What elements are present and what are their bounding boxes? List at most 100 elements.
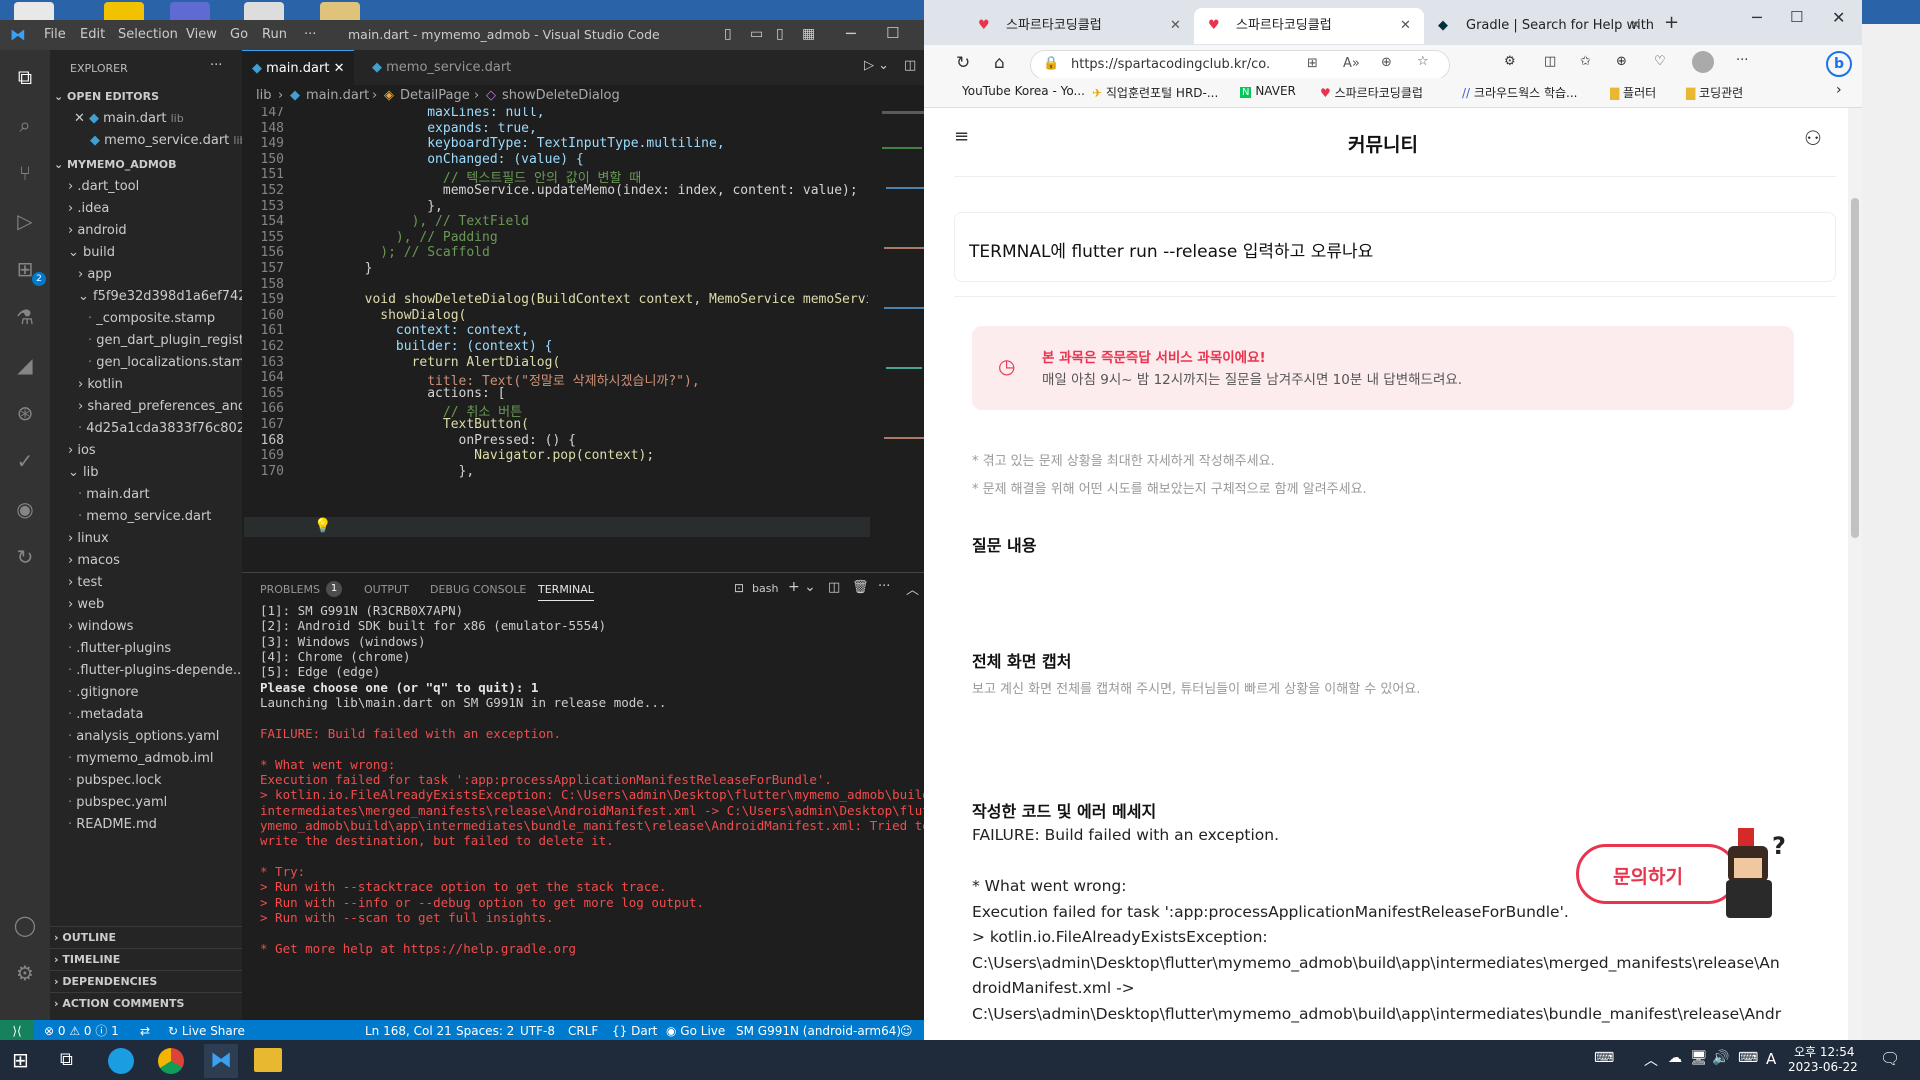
onedrive-icon[interactable]: ☁	[1668, 1050, 1682, 1066]
indentation[interactable]: Spaces: 2	[456, 1020, 514, 1042]
tree-folder[interactable]: › .dart_tool	[50, 176, 242, 198]
browser-essentials-icon[interactable]: ♡	[1654, 54, 1666, 69]
windows-start-icon[interactable]: ⊞	[12, 1048, 29, 1072]
favorite-naver[interactable]: N NAVER	[1240, 84, 1296, 98]
tree-file[interactable]: · mymemo_admob.iml	[50, 748, 242, 770]
tree-folder[interactable]: › windows	[50, 616, 242, 638]
tree-folder[interactable]: › test	[50, 572, 242, 594]
refresh-icon[interactable]: ↻	[956, 53, 970, 73]
breadcrumb-item[interactable]: main.dart	[306, 85, 369, 107]
tree-file[interactable]: · pubspec.lock	[50, 770, 242, 792]
tree-file[interactable]: · .metadata	[50, 704, 242, 726]
open-editor-item[interactable]: ◆ memo_service.dart lib	[50, 130, 242, 152]
code-editor[interactable]: 147 maxLines: null, 148 expands: true, 149…	[242, 107, 868, 572]
menu-view[interactable]: View	[186, 27, 217, 42]
panel-more-icon[interactable]: ···	[878, 579, 890, 594]
tree-folder[interactable]: › app	[50, 264, 242, 286]
tree-folder[interactable]: › linux	[50, 528, 242, 550]
feedback-icon[interactable]: ☺	[900, 1020, 913, 1042]
breadcrumb-item[interactable]: lib	[256, 85, 271, 107]
code-line[interactable]: keyboardType: TextInputType.multiline,	[302, 136, 724, 151]
maximize-icon[interactable]: ☐	[886, 24, 899, 42]
chevron-right-icon[interactable]: ›	[1836, 82, 1842, 98]
maximize-panel-icon[interactable]: ︿	[906, 579, 919, 598]
network-icon[interactable]: 🖥	[1690, 1050, 1708, 1066]
split-screen-icon[interactable]: ◫	[1544, 54, 1556, 69]
tree-file[interactable]: · .flutter-plugins	[50, 638, 242, 660]
tree-folder[interactable]: ⌄ f5f9e32d398d1a6ef742...	[50, 286, 242, 308]
favorite-spartacoding[interactable]: ♥ 스파르타코딩클럽	[1320, 84, 1423, 101]
sync-icon[interactable]: ⇄	[140, 1020, 150, 1042]
page-scrollbar[interactable]	[1848, 108, 1862, 1040]
code-line[interactable]: }	[302, 261, 373, 276]
chevron-up-icon[interactable]: ︿	[1644, 1050, 1658, 1070]
favorites-icon[interactable]: ✩	[1580, 54, 1591, 69]
tab-terminal[interactable]: TERMINAL	[538, 583, 594, 601]
lightbulb-icon[interactable]: 💡	[314, 518, 331, 534]
chrome-taskbar-icon[interactable]	[158, 1048, 184, 1074]
code-line[interactable]: },	[302, 199, 443, 214]
outline-section[interactable]: › OUTLINE	[50, 926, 242, 948]
keyboard-icon[interactable]: ⌨	[1738, 1050, 1758, 1066]
tree-folder[interactable]: › kotlin	[50, 374, 242, 396]
volume-icon[interactable]: 🔊	[1712, 1050, 1729, 1066]
terminal-output[interactable]: [1]: SM G991N (R3CRB0X7APN) [2]: Android …	[242, 603, 942, 1015]
code-line[interactable]: ), // TextField	[302, 214, 529, 229]
close-tab-icon[interactable]: ✕	[1400, 8, 1411, 44]
favorite-hrd[interactable]: ✈ 직업훈련포털 HRD-...	[1092, 84, 1218, 101]
github-icon[interactable]: ◉	[12, 496, 38, 522]
ime-indicator[interactable]: A	[1766, 1050, 1776, 1068]
edge-taskbar-icon[interactable]	[108, 1048, 134, 1074]
breadcrumb-item[interactable]: showDeleteDialog	[502, 85, 620, 107]
checklist-icon[interactable]: ✓	[12, 448, 38, 474]
close-icon[interactable]: ✕	[1832, 8, 1845, 27]
tree-folder[interactable]: › macos	[50, 550, 242, 572]
minimize-icon[interactable]: ─	[1752, 8, 1762, 27]
close-tab-icon[interactable]: ✕	[334, 61, 345, 76]
maximize-icon[interactable]: ☐	[1790, 8, 1803, 26]
menu-go[interactable]: Go	[230, 27, 248, 42]
code-line[interactable]: onPressed: () {	[302, 433, 576, 448]
home-icon[interactable]: ⌂	[994, 53, 1005, 73]
account-icon[interactable]: ◯	[12, 912, 38, 938]
tree-folder[interactable]: › shared_preferences_and...	[50, 396, 242, 418]
browser-tab-1[interactable]: ♥ 스파르타코딩클럽 ✕	[964, 8, 1194, 44]
file-explorer-taskbar-icon[interactable]	[254, 1048, 282, 1072]
split-terminal-icon[interactable]: ◫	[828, 580, 840, 595]
tree-file[interactable]: · README.md	[50, 814, 242, 836]
address-bar[interactable]: 🔒 https://spartacodingclub.kr/co... ⊞ A»…	[1030, 50, 1450, 80]
source-control-icon[interactable]: ⑂	[12, 160, 38, 186]
cursor-position[interactable]: Ln 168, Col 21	[365, 1020, 452, 1042]
favorite-folder-coding[interactable]: ▇ 코딩관련	[1686, 84, 1743, 101]
run-file-icon[interactable]: ▷ ⌄	[864, 58, 889, 73]
code-line[interactable]: maxLines: null,	[302, 107, 544, 120]
run-debug-icon[interactable]: ▷	[12, 208, 38, 234]
code-line[interactable]: },	[302, 464, 475, 479]
menu-edit[interactable]: Edit	[80, 27, 105, 42]
code-line[interactable]: return AlertDialog(	[302, 355, 561, 370]
explorer-more-icon[interactable]: ···	[210, 58, 222, 73]
vscode-taskbar-icon[interactable]: ⧓	[204, 1044, 238, 1078]
toggle-secondary-sidebar-icon[interactable]: ▯	[776, 26, 784, 42]
clock-date[interactable]: 2023-06-22	[1788, 1060, 1858, 1074]
tab-memo-service[interactable]: ◆ memo_service.dart	[362, 50, 521, 85]
line-ending[interactable]: CRLF	[568, 1020, 598, 1042]
hamburger-menu-icon[interactable]: ≡	[954, 126, 969, 147]
favorite-youtube[interactable]: YouTube Korea - Yo...	[962, 84, 1085, 98]
open-editors-header[interactable]: ⌄ OPEN EDITORS	[50, 86, 242, 108]
code-line[interactable]: Navigator.pop(context);	[302, 448, 654, 463]
live-share-icon[interactable]: ↻	[12, 544, 38, 570]
tree-folder[interactable]: › .idea	[50, 198, 242, 220]
customize-layout-icon[interactable]: ▦	[802, 26, 815, 42]
lock-icon[interactable]: 🔒	[1043, 56, 1059, 71]
notification-icon[interactable]: 🗨	[1880, 1049, 1900, 1068]
zoom-icon[interactable]: ⊕	[1381, 55, 1392, 70]
menu-more[interactable]: ···	[304, 27, 316, 42]
code-line[interactable]: ), // Padding	[302, 230, 498, 245]
flutter-icon[interactable]: ◢	[12, 352, 38, 378]
kill-terminal-icon[interactable]: 🗑	[852, 580, 869, 595]
explorer-icon[interactable]: ⧉	[12, 64, 38, 90]
tab-problems[interactable]: PROBLEMS	[260, 583, 320, 596]
tree-file[interactable]: · gen_localizations.stamp	[50, 352, 242, 374]
close-editor-icon[interactable]: ✕	[74, 111, 89, 126]
